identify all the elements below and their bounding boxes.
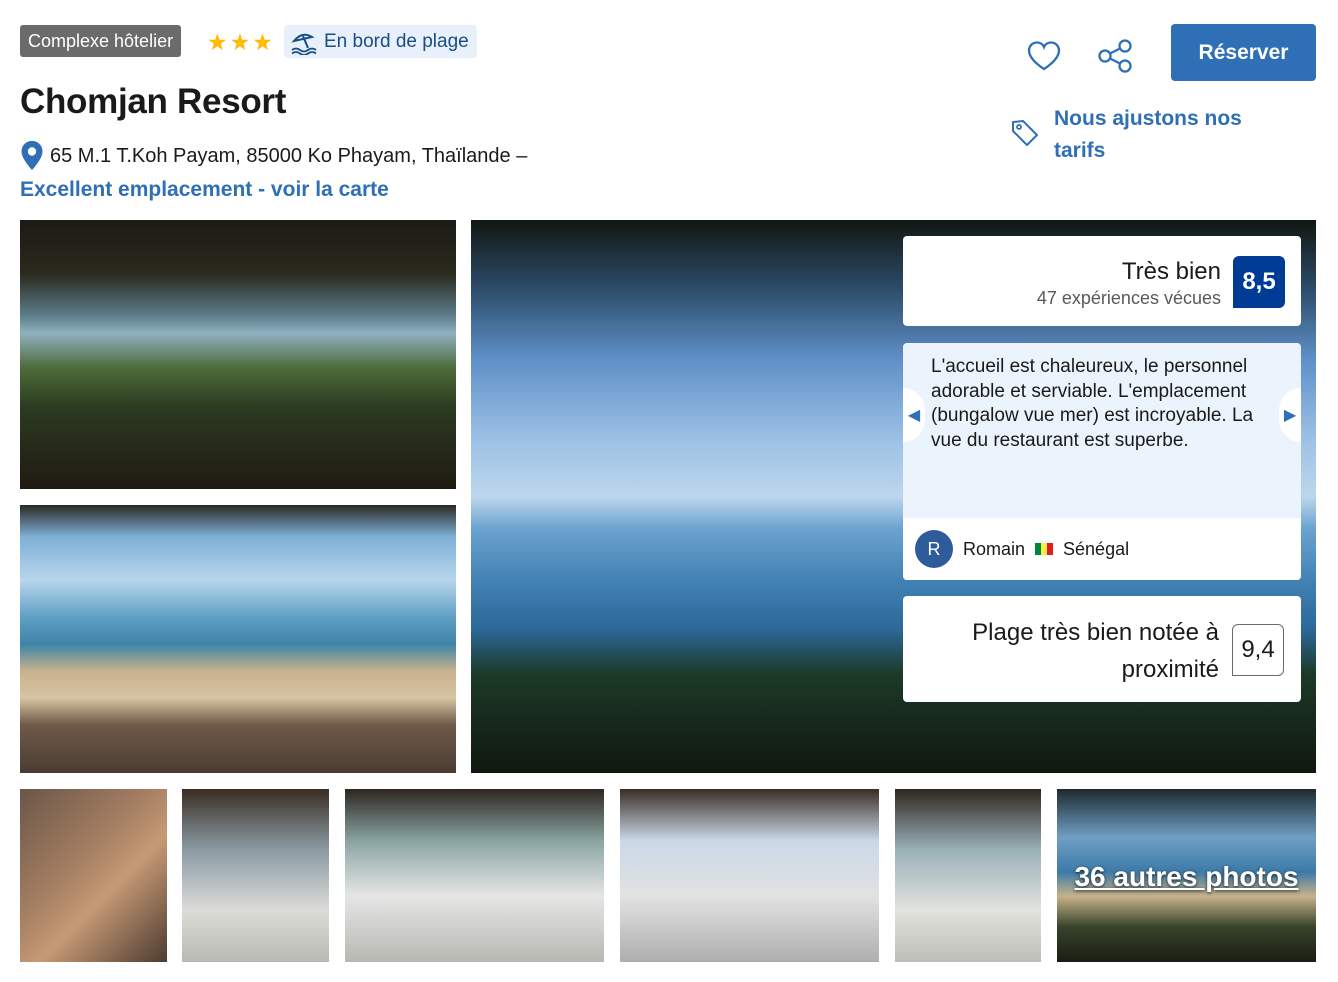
star-icon: ★ — [229, 29, 251, 55]
beach-rating-label: Plage très bien notée à proximité — [972, 619, 1219, 683]
beachfront-label: En bord de plage — [324, 30, 469, 52]
share-button[interactable] — [1095, 36, 1135, 76]
photo-thumb-bedroom[interactable] — [620, 789, 879, 962]
reviewer-info: R Romain Sénégal — [903, 518, 1301, 580]
review-text: L'accueil est chaleureux, le personnel a… — [931, 356, 1254, 451]
beach-umbrella-icon — [291, 33, 317, 55]
photo-thumb-bedroom[interactable] — [895, 789, 1041, 962]
reviewer-name: Romain — [963, 538, 1026, 559]
chevron-right-icon: ▶ — [1283, 407, 1297, 424]
photo-terrace[interactable] — [20, 220, 456, 489]
photo-thumb-bedroom[interactable] — [345, 789, 604, 962]
address-text: 65 M.1 T.Koh Payam, 85000 Ko Phayam, Tha… — [50, 144, 528, 167]
senegal-flag-icon — [1035, 543, 1054, 555]
photo-thumb-bedroom[interactable] — [182, 789, 329, 962]
review-score-badge: 8,5 — [1233, 256, 1285, 308]
review-score-label: Très bien — [1121, 258, 1221, 285]
photo-thumb-bathroom[interactable] — [20, 789, 167, 962]
price-match-note[interactable]: Nous ajustons nos tarifs — [1010, 103, 1274, 167]
hotel-name: Chomjan Resort — [20, 82, 287, 121]
address: 65 M.1 T.Koh Payam, 85000 Ko Phayam, Tha… — [20, 140, 527, 172]
photo-thumb-more[interactable]: 36 autres photos — [1057, 789, 1316, 962]
star-icon: ★ — [207, 29, 228, 55]
map-link[interactable]: Excellent emplacement - voir la carte — [20, 178, 389, 202]
map-pin-icon — [21, 141, 43, 170]
chevron-left-icon: ◀ — [907, 407, 921, 424]
tag-icon — [1012, 120, 1038, 146]
reviewer-country: Sénégal — [1063, 538, 1130, 559]
photo-hammock[interactable] — [20, 505, 456, 773]
review-prev-button[interactable]: ◀ — [903, 388, 925, 442]
beachfront-badge: En bord de plage — [284, 25, 477, 58]
beach-rating-badge: 9,4 — [1232, 624, 1284, 676]
property-type-badge: Complexe hôtelier — [20, 25, 182, 57]
more-photos-link[interactable]: 36 autres photos — [1057, 861, 1316, 893]
share-icon — [1098, 39, 1132, 73]
favorite-button[interactable] — [1024, 36, 1064, 76]
star-icon: ★ — [252, 29, 273, 55]
avatar: R — [915, 530, 953, 568]
heart-icon — [1027, 41, 1061, 71]
price-note-text[interactable]: Nous ajustons nos tarifs — [1054, 103, 1274, 167]
star-rating: ★ ★ ★ — [207, 28, 273, 56]
reserve-button[interactable]: Réserver — [1171, 24, 1316, 81]
review-count: 47 expériences vécues — [1036, 288, 1221, 308]
review-next-button[interactable]: ▶ — [1279, 388, 1301, 442]
featured-review-card: ◀ L'accueil est chaleureux, le personnel… — [903, 343, 1301, 580]
